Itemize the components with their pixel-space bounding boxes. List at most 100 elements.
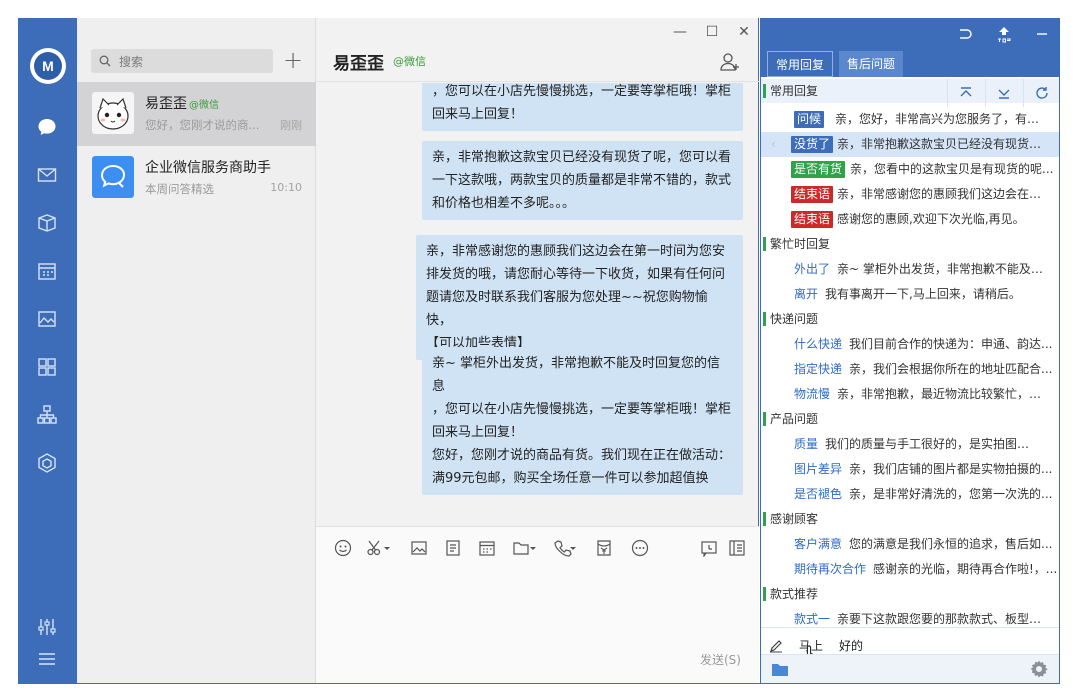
chevron-left-icon: ‹ [771,137,776,151]
chat-history-icon[interactable] [698,537,720,559]
message-preview: 本周问答精选 [145,182,214,196]
reply-item[interactable]: 期待再次合作 感谢亲的光临，期待再合作啦!，... [761,557,1059,582]
conversation-item[interactable]: 易歪歪 @微信 您好，您刚才说的商... 刚刚 [77,82,316,146]
message-bubble[interactable]: 亲，非常抱歉这款宝贝已经没有现货了呢，您可以看 一下这款哦，两款宝贝的质量都是非… [422,141,743,220]
chat-icon[interactable] [34,114,60,140]
message-list: ，您可以在小店先慢慢挑选，一定要等掌柜哦！掌柜 回来马上回复！ 亲，非常抱歉这款… [316,83,759,523]
calendar-icon[interactable] [476,537,498,559]
move-top-icon[interactable] [947,79,983,107]
reply-item[interactable]: 结束语 感谢您的惠顾,欢迎下次光临,再见。 [761,207,1059,232]
reply-keyword: 问候 [794,111,825,128]
search-input[interactable]: 搜索 [91,49,273,73]
app-window: M 搜索 + 易歪歪 @微信 您好，您刚才说的商... 刚刚 企业微信服务商助手… [0,0,1084,693]
reply-group-header[interactable]: 款式推荐 [761,582,1059,606]
reply-group-header[interactable]: 快递问题 [761,307,1059,331]
reply-text: 我们的质量与手工很好的，是实拍图，请... [825,437,1035,451]
gear-icon[interactable] [1029,659,1049,679]
chevron-down-icon[interactable] [568,537,578,559]
reply-group-header[interactable]: 繁忙时回复 [761,232,1059,256]
reply-text: 亲，我们店铺的图片都是实物拍摄的... [849,462,1053,476]
reply-keyword: 是否有货 [791,161,846,178]
send-button[interactable]: 发送(S) [700,651,741,668]
composer[interactable]: 发送(S) [316,526,759,683]
reply-keyword: 物流慢 [794,387,831,401]
add-button[interactable]: + [281,48,305,74]
contact-name: 易歪歪 @微信 [145,96,219,112]
reply-keyword: 指定快递 [794,362,843,376]
reply-item[interactable]: 款式一 亲要下这款跟您要的那款款式、板型上... [761,607,1059,627]
pin-top-icon[interactable] [995,25,1013,43]
tab-common-replies[interactable]: 常用回复 [767,51,834,77]
reply-item[interactable]: 质量 我们的质量与手工很好的，是实拍图，请... [761,432,1059,457]
reply-item[interactable]: 客户满意 您的满意是我们永恒的追求，售后如... [761,532,1059,557]
contact-name: 企业微信服务商助手 [145,160,271,176]
reply-keyword: 结束语 [791,186,834,203]
calendar-icon[interactable] [34,258,60,284]
reply-keyword: 是否褪色 [794,487,843,501]
refresh-icon[interactable] [1023,79,1059,107]
add-member-icon[interactable] [719,51,741,73]
sidebar-toggle-icon[interactable] [726,537,748,559]
move-bottom-icon[interactable] [985,79,1021,107]
minimize-icon[interactable] [1035,26,1049,42]
reply-item[interactable]: 外出了 亲~ 掌柜外出发货，非常抱歉不能及时... [761,257,1059,282]
edit-icon[interactable] [769,639,783,653]
reply-keyword: 期待再次合作 [794,562,867,576]
reply-item[interactable]: 图片差异 亲，我们店铺的图片都是实物拍摄的... [761,457,1059,482]
conversation-list: 搜索 + 易歪歪 @微信 您好，您刚才说的商... 刚刚 企业微信服务商助手 本周… [77,18,316,683]
document-icon[interactable] [442,537,464,559]
reply-text: 亲，是非常好清洗的，您第一次洗的... [849,487,1053,501]
settings-sliders-icon[interactable] [34,614,60,640]
reply-text: 亲，非常感谢您的惠顾我们这边会在第... [837,187,1047,201]
chevron-down-icon[interactable] [382,537,392,559]
minimize-button[interactable]: — [668,22,692,42]
more-icon[interactable] [629,537,651,559]
quick-reply-titlebar [761,19,1059,49]
conversation-item[interactable]: 企业微信服务商助手 本周问答精选 10:10 [77,146,316,210]
image-icon[interactable] [408,537,430,559]
close-button[interactable]: ✕ [732,22,756,42]
reply-text: 您的满意是我们永恒的追求，售后如... [849,537,1053,551]
chevron-down-icon[interactable] [528,537,538,559]
reply-item[interactable]: ‹ 没货了 亲，非常抱歉这款宝贝已经没有现货了... [761,132,1059,157]
quick-phrase[interactable]: 好的 [839,637,863,654]
app-logo[interactable]: M [30,48,66,84]
contact-source-tag: @微信 [189,100,219,111]
reply-item[interactable]: 结束语 亲，非常感谢您的惠顾我们这边会在第... [761,182,1059,207]
message-bubble[interactable]: 亲~ 掌柜外出发货，非常抱歉不能及时回复您的信息 ，您可以在小店先慢慢挑选，一定… [422,347,743,449]
reply-item[interactable]: 离开 我有事离开一下,马上回来，请稍后。 [761,282,1059,307]
reply-group-header[interactable]: 感谢顾客 [761,507,1059,531]
reply-item[interactable]: 物流慢 亲，非常抱歉，最近物流比较繁忙，发... [761,382,1059,407]
left-rail: M [18,18,77,683]
mail-icon[interactable] [34,162,60,188]
box-icon[interactable] [34,210,60,236]
reply-item[interactable]: 是否有货 亲，您看中的这款宝贝是有现货的呢... [761,157,1059,182]
reply-item[interactable]: 问候 亲，您好，非常高兴为您服务了，有什么... [761,107,1059,132]
message-bubble[interactable]: 您好，您刚才说的商品有货。我们现在正在做活动： 满99元包邮，购买全场任意一件可… [422,439,743,495]
reply-keyword: 款式一 [794,612,831,626]
reply-text: 亲，我们会根据你所在的地址匹配合... [849,362,1053,376]
red-packet-icon[interactable] [593,537,615,559]
tab-after-sales[interactable]: 售后问题 [839,51,904,77]
reply-keyword: 什么快递 [794,337,843,351]
chat-source-tag: @微信 [393,55,426,68]
reply-item[interactable]: 指定快递 亲，我们会根据你所在的地址匹配合... [761,357,1059,382]
undo-icon[interactable] [957,26,973,42]
quick-reply-panel: 常用回复 售后问题 常用回复 问候 亲，您好，非常高兴为您服务了，有什么... ‹… [760,18,1060,684]
maximize-button[interactable]: ☐ [700,22,724,42]
menu-icon[interactable] [34,646,60,672]
reply-text: 亲，非常抱歉这款宝贝已经没有现货了... [837,137,1047,151]
emoji-icon[interactable] [332,537,354,559]
message-bubble[interactable]: 亲，非常感谢您的惠顾我们这边会在第一时间为您安 排发货的哦，请您耐心等待一下收货… [416,235,743,360]
reply-item[interactable]: 是否褪色 亲，是非常好清洗的，您第一次洗的... [761,482,1059,507]
reply-group-header[interactable]: 产品问题 [761,407,1059,431]
reply-item[interactable]: 什么快递 我们目前合作的快递为：申通、韵达... [761,332,1059,357]
photo-icon[interactable] [34,306,60,332]
reply-text: 我有事离开一下,马上回来，请稍后。 [825,287,1021,301]
message-bubble[interactable]: ，您可以在小店先慢慢挑选，一定要等掌柜哦！掌柜 回来马上回复！ [422,83,743,131]
apps-icon[interactable] [34,354,60,380]
chat-header: — ☐ ✕ 易歪歪 @微信 [316,18,759,82]
folder-icon[interactable] [771,661,789,677]
cube-icon[interactable] [34,450,60,476]
org-icon[interactable] [34,402,60,428]
